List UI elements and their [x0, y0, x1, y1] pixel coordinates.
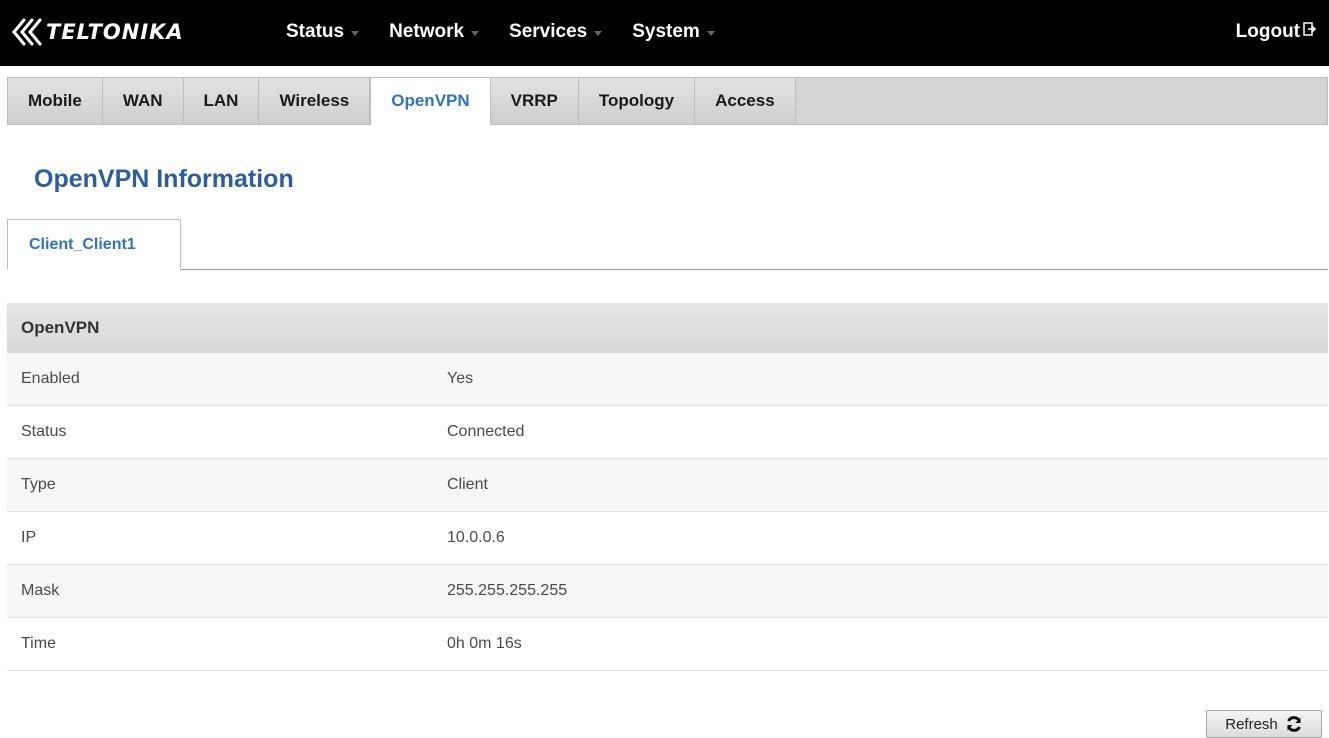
- menu-network[interactable]: Network: [389, 21, 480, 43]
- menu-network-label: Network: [389, 21, 465, 42]
- chevron-down-icon: [351, 30, 360, 36]
- chevron-down-icon: [706, 30, 715, 36]
- tab-access[interactable]: Access: [695, 78, 796, 124]
- tab-client-client1[interactable]: Client_Client1: [7, 219, 181, 270]
- tab-lan[interactable]: LAN: [183, 78, 260, 124]
- teltonika-logo-icon: [12, 18, 42, 46]
- menu-status-label: Status: [286, 21, 345, 42]
- menu-status[interactable]: Status: [286, 21, 360, 43]
- row-value: Connected: [447, 423, 525, 440]
- table-row: Mask 255.255.255.255: [7, 565, 1328, 618]
- tab-divider: [7, 269, 1328, 270]
- tab-openvpn[interactable]: OpenVPN: [370, 77, 491, 125]
- brand-logo[interactable]: TELTONIKA: [8, 12, 184, 52]
- logout-icon: [1303, 22, 1317, 36]
- menu-services-label: Services: [509, 21, 588, 42]
- refresh-icon: [1286, 716, 1301, 732]
- main-menu: Status Network Services System: [286, 21, 745, 43]
- table-row: Enabled Yes: [7, 353, 1328, 406]
- chevron-down-icon: [471, 30, 480, 36]
- menu-system[interactable]: System: [632, 21, 715, 43]
- brand-name: TELTONIKA: [46, 20, 184, 44]
- table-header: OpenVPN: [7, 303, 1328, 353]
- row-value: 255.255.255.255: [447, 582, 568, 599]
- row-value: Client: [447, 476, 488, 493]
- row-value: Yes: [447, 370, 474, 387]
- refresh-button[interactable]: Refresh: [1206, 710, 1322, 738]
- refresh-label: Refresh: [1225, 715, 1278, 733]
- row-label: Type: [21, 476, 56, 493]
- tab-wan[interactable]: WAN: [102, 78, 184, 124]
- row-label: Mask: [21, 582, 60, 599]
- table-row: Time 0h 0m 16s: [7, 618, 1328, 671]
- chevron-down-icon: [594, 30, 603, 36]
- row-label: Enabled: [21, 370, 80, 387]
- top-navbar: TELTONIKA Status Network Services System…: [0, 0, 1329, 66]
- logout-link[interactable]: Logout: [1236, 21, 1317, 43]
- menu-system-label: System: [632, 21, 700, 42]
- openvpn-info-table: OpenVPN Enabled Yes Status Connected Typ…: [7, 303, 1328, 671]
- page-title: OpenVPN Information: [34, 165, 294, 193]
- row-value: 0h 0m 16s: [447, 635, 522, 652]
- menu-services[interactable]: Services: [509, 21, 603, 43]
- table-row: IP 10.0.0.6: [7, 512, 1328, 565]
- row-label: IP: [21, 529, 37, 546]
- tab-mobile[interactable]: Mobile: [8, 78, 103, 124]
- row-value: 10.0.0.6: [447, 529, 505, 546]
- row-label: Time: [21, 635, 56, 652]
- tab-wireless[interactable]: Wireless: [259, 78, 371, 124]
- tab-topology[interactable]: Topology: [578, 78, 696, 124]
- table-row: Status Connected: [7, 406, 1328, 459]
- logout-label: Logout: [1235, 21, 1300, 42]
- table-row: Type Client: [7, 459, 1328, 512]
- row-label: Status: [21, 423, 67, 440]
- tab-vrrp[interactable]: VRRP: [490, 78, 579, 124]
- network-subtabs: Mobile WAN LAN Wireless OpenVPN VRRP Top…: [7, 77, 1328, 125]
